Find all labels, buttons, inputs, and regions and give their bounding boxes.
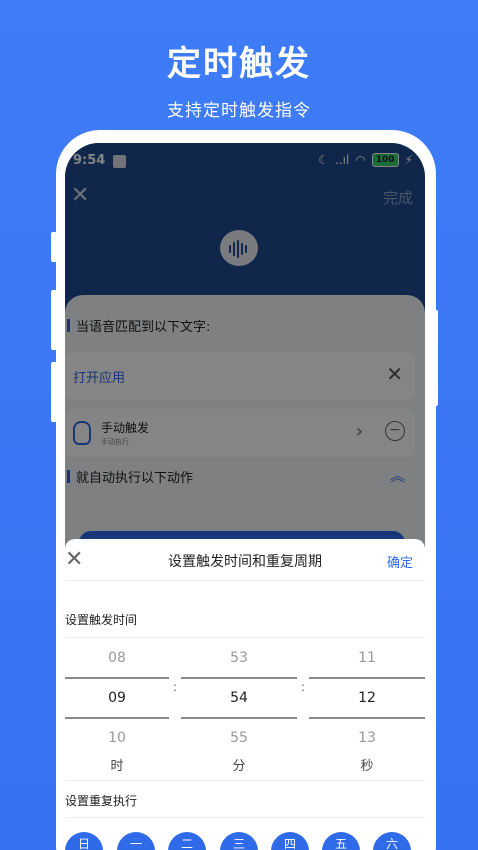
phone-side-button (51, 362, 57, 422)
minute-unit: 分 (232, 759, 246, 774)
picker-selected[interactable]: 12 (309, 679, 425, 717)
hour-unit: 时 (110, 759, 124, 774)
divider (65, 637, 425, 638)
divider (65, 780, 425, 781)
promo-title: 定时触发 (167, 44, 311, 84)
minute-picker[interactable]: 53 54 55 (181, 639, 297, 757)
time-separator: : (301, 680, 306, 694)
picker-selected[interactable]: 09 (65, 679, 169, 717)
phone-side-button (51, 290, 57, 350)
hour-picker[interactable]: 08 09 10 (65, 639, 169, 757)
picker-item[interactable]: 11 (309, 639, 425, 677)
sheet-title: 设置触发时间和重复周期 (168, 554, 322, 570)
picker-item[interactable]: 53 (181, 639, 297, 677)
picker-item[interactable]: 55 (181, 719, 297, 757)
phone-side-button (51, 232, 57, 262)
promo-subtitle: 支持定时触发指令 (167, 101, 311, 121)
phone-power-button (432, 310, 438, 406)
time-label: 设置触发时间 (65, 613, 138, 627)
repeat-label: 设置重复执行 (65, 794, 138, 808)
second-unit: 秒 (360, 759, 374, 774)
picker-item[interactable]: 13 (309, 719, 425, 757)
picker-item[interactable]: 08 (65, 639, 169, 677)
time-separator: : (173, 680, 178, 694)
second-picker[interactable]: 11 12 13 (309, 639, 425, 757)
divider (65, 817, 425, 818)
phone-screen: 9:54 ☾ ..ıl ◠ 100 ⚡ ✕ 完成 当语音匹配到以下文字: 打开应… (65, 143, 425, 850)
picker-selected[interactable]: 54 (181, 679, 297, 717)
divider (65, 580, 425, 581)
confirm-button[interactable]: 确定 (387, 552, 413, 571)
picker-item[interactable]: 10 (65, 719, 169, 757)
